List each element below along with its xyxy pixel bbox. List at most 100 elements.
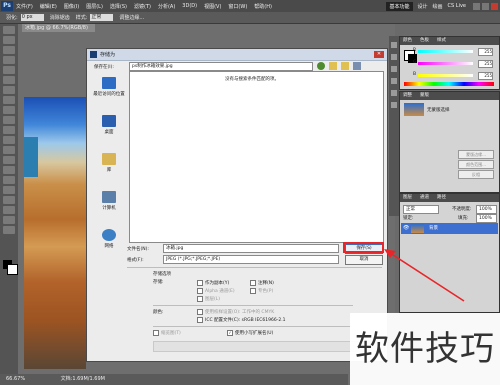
lasso-tool-icon[interactable]	[3, 46, 15, 54]
move-tool-icon[interactable]	[3, 26, 15, 34]
cs-live[interactable]: CS Live	[448, 3, 466, 9]
tab-styles[interactable]: 样式	[437, 37, 446, 45]
mask-edge-button[interactable]: 蒙版边缘...	[458, 150, 494, 159]
menu-file[interactable]: 文件(F)	[16, 3, 33, 10]
new-folder-icon[interactable]	[341, 62, 349, 70]
marquee-tool-icon[interactable]	[3, 36, 15, 44]
brush-tool-icon[interactable]	[3, 96, 15, 104]
layers-checkbox[interactable]: 图层(L)	[197, 296, 220, 302]
document-tab[interactable]: 冰箱.jpg @ 66.7%(RGB/8)	[22, 24, 95, 32]
type-tool-icon[interactable]	[3, 176, 15, 184]
background-color-swatch[interactable]	[7, 264, 18, 275]
character-icon[interactable]	[391, 90, 397, 96]
notes-checkbox[interactable]: 注释(N)	[250, 280, 274, 286]
dodge-tool-icon[interactable]	[3, 156, 15, 164]
tab-paths[interactable]: 路径	[437, 194, 446, 202]
eye-icon[interactable]: 👁	[403, 225, 409, 231]
save-in-select[interactable]: ps制作冰箱效果.jpg	[129, 62, 313, 71]
blur-tool-icon[interactable]	[3, 146, 15, 154]
use-proof-checkbox[interactable]: 使用校样设置(O): 工作中的 CMYK	[197, 309, 274, 315]
tab-adjustments[interactable]: 调整	[403, 92, 412, 100]
paragraph-icon[interactable]	[391, 102, 397, 108]
brushes-icon[interactable]	[391, 66, 397, 72]
color-ramp[interactable]	[404, 82, 494, 86]
zoom-readout[interactable]: 66.67%	[6, 376, 25, 382]
fill-input[interactable]: 100%	[476, 214, 497, 223]
invert-button[interactable]: 反相	[458, 170, 494, 179]
crop-tool-icon[interactable]	[3, 66, 15, 74]
back-icon[interactable]	[317, 62, 325, 70]
style-select[interactable]: 正常	[90, 14, 114, 21]
eraser-tool-icon[interactable]	[3, 126, 15, 134]
blend-mode-select[interactable]: 正常	[403, 205, 439, 214]
filename-input[interactable]: 冰箱.jpg	[163, 244, 339, 253]
g-slider[interactable]	[418, 62, 473, 65]
icc-profile-checkbox[interactable]: ICC 配置文件(C): sRGB IEC61966-2.1	[197, 317, 286, 323]
shape-tool-icon[interactable]	[3, 196, 15, 204]
place-library[interactable]: 库	[92, 153, 126, 185]
healing-brush-tool-icon[interactable]	[3, 86, 15, 94]
up-folder-icon[interactable]	[329, 62, 337, 70]
menu-edit[interactable]: 编辑(E)	[40, 3, 57, 10]
tab-layers[interactable]: 图层	[403, 194, 412, 202]
spot-colors-checkbox[interactable]: 专色(P)	[250, 288, 273, 294]
menu-select[interactable]: 选择(S)	[110, 3, 127, 10]
menu-help[interactable]: 帮助(H)	[254, 3, 272, 10]
menu-filter[interactable]: 滤镜(T)	[134, 3, 151, 10]
maximize-window-button[interactable]	[482, 2, 489, 10]
clone-source-icon[interactable]	[391, 78, 397, 84]
workspace-essentials[interactable]: 基本功能	[386, 1, 413, 11]
layer-row-background[interactable]: 👁 背景	[401, 223, 498, 234]
thumbnail-checkbox[interactable]: 缩览图(T)	[153, 330, 181, 336]
menu-view[interactable]: 视图(V)	[204, 3, 221, 10]
minimize-window-button[interactable]	[473, 2, 480, 10]
pen-tool-icon[interactable]	[3, 166, 15, 174]
actions-icon[interactable]	[391, 54, 397, 60]
close-window-button[interactable]	[491, 2, 498, 10]
format-select[interactable]: JPEG (*.JPG;*.JPEG;*.JPE)	[163, 255, 339, 264]
gradient-tool-icon[interactable]	[3, 136, 15, 144]
workspace-design[interactable]: 设计	[418, 3, 428, 10]
r-value[interactable]: 255	[478, 48, 493, 56]
menu-layer[interactable]: 图层(L)	[86, 3, 103, 10]
g-value[interactable]: 255	[478, 60, 493, 68]
clone-stamp-tool-icon[interactable]	[3, 106, 15, 114]
place-recent[interactable]: 最近访问的位置	[92, 77, 126, 109]
view-menu-icon[interactable]	[353, 62, 361, 70]
zoom-tool-icon[interactable]	[3, 226, 15, 234]
antialias-checkbox[interactable]: 消除锯齿	[50, 14, 70, 21]
b-slider[interactable]	[418, 74, 473, 77]
workspace-painting[interactable]: 绘画	[433, 3, 443, 10]
dialog-close-button[interactable]: ✕	[374, 51, 384, 58]
history-icon[interactable]	[391, 42, 397, 48]
3d-tool-icon[interactable]	[3, 206, 15, 214]
cancel-button[interactable]: 取消	[345, 255, 383, 265]
tab-swatches[interactable]: 色板	[420, 37, 429, 45]
tab-channels[interactable]: 通道	[420, 194, 429, 202]
eyedropper-tool-icon[interactable]	[3, 76, 15, 84]
as-copy-checkbox[interactable]: 作为副本(Y)	[197, 280, 229, 286]
color-range-button[interactable]: 颜色范围...	[458, 160, 494, 169]
tab-color[interactable]: 颜色	[403, 37, 412, 45]
menu-analysis[interactable]: 分析(A)	[158, 3, 175, 10]
layer-name[interactable]: 背景	[429, 225, 438, 231]
feather-input[interactable]: 0 px	[20, 14, 44, 21]
b-value[interactable]: 255	[478, 72, 493, 80]
history-brush-tool-icon[interactable]	[3, 116, 15, 124]
quick-select-tool-icon[interactable]	[3, 56, 15, 64]
refine-edge-button[interactable]: 调整边缘...	[119, 14, 144, 21]
menu-3d[interactable]: 3D(D)	[182, 3, 197, 9]
file-list[interactable]: 没有与搜索条件匹配的项。	[129, 71, 384, 243]
lowercase-extension-checkbox[interactable]: ✓ 使用小写扩展名(U)	[227, 330, 273, 336]
place-desktop[interactable]: 桌面	[92, 115, 126, 147]
menu-image[interactable]: 图像(I)	[64, 3, 79, 10]
hand-tool-icon[interactable]	[3, 216, 15, 224]
opacity-input[interactable]: 100%	[476, 205, 497, 214]
place-computer[interactable]: 计算机	[92, 191, 126, 223]
tab-masks[interactable]: 蒙版	[420, 92, 429, 100]
r-slider[interactable]	[418, 50, 473, 53]
path-select-tool-icon[interactable]	[3, 186, 15, 194]
place-network[interactable]: 网络	[92, 229, 126, 261]
alpha-channels-checkbox[interactable]: Alpha 通道(E)	[197, 288, 235, 294]
menu-window[interactable]: 窗口(W)	[228, 3, 247, 10]
